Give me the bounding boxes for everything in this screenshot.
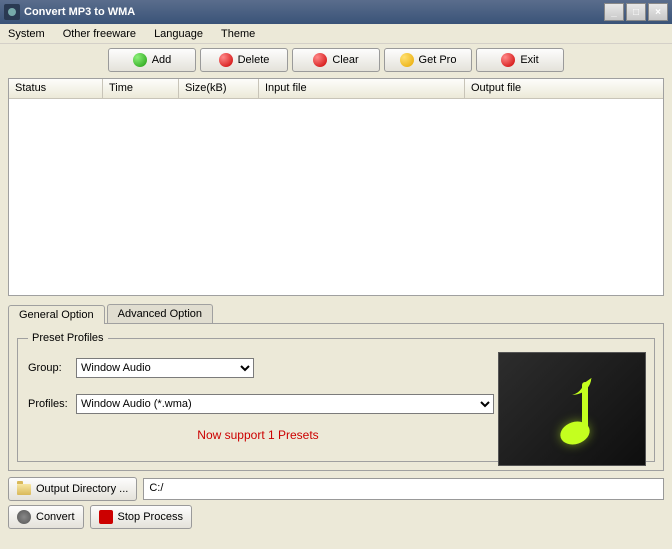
exit-icon (501, 53, 515, 67)
folder-icon (17, 484, 31, 495)
convert-button[interactable]: Convert (8, 505, 84, 529)
col-size[interactable]: Size(kB) (179, 79, 259, 98)
plus-icon (133, 53, 147, 67)
add-button[interactable]: Add (108, 48, 196, 72)
output-row: Output Directory ... C:/ (8, 477, 664, 501)
list-body[interactable] (9, 99, 663, 295)
col-output[interactable]: Output file (465, 79, 663, 98)
profiles-label: Profiles: (28, 398, 76, 410)
delete-button[interactable]: Delete (200, 48, 288, 72)
toolbar: Add Delete Clear Get Pro Exit (0, 44, 672, 76)
tab-advanced[interactable]: Advanced Option (107, 304, 213, 323)
title-bar: Convert MP3 to WMA _ □ × (0, 0, 672, 24)
stop-icon (99, 510, 113, 524)
menu-other-freeware[interactable]: Other freeware (59, 26, 140, 42)
maximize-button[interactable]: □ (626, 3, 646, 21)
preset-profiles-group: Preset Profiles Group: Window Audio Prof… (17, 332, 655, 462)
close-button[interactable]: × (648, 3, 668, 21)
tab-general[interactable]: General Option (8, 305, 105, 324)
preview-thumbnail (498, 352, 646, 466)
menu-theme[interactable]: Theme (217, 26, 259, 42)
tab-panel-general: Preset Profiles Group: Window Audio Prof… (8, 323, 664, 471)
minimize-button[interactable]: _ (604, 3, 624, 21)
app-icon (4, 4, 20, 20)
menu-bar: System Other freeware Language Theme (0, 24, 672, 44)
group-label: Group: (28, 362, 76, 374)
col-time[interactable]: Time (103, 79, 179, 98)
col-status[interactable]: Status (9, 79, 103, 98)
output-path-field[interactable]: C:/ (143, 478, 664, 500)
clear-button[interactable]: Clear (292, 48, 380, 72)
options-tabs: General Option Advanced Option Preset Pr… (8, 304, 664, 471)
exit-button[interactable]: Exit (476, 48, 564, 72)
clear-icon (313, 53, 327, 67)
support-message: Now support 1 Presets (28, 428, 488, 442)
action-row: Convert Stop Process (8, 505, 664, 529)
menu-system[interactable]: System (4, 26, 49, 42)
file-list: Status Time Size(kB) Input file Output f… (8, 78, 664, 296)
output-directory-button[interactable]: Output Directory ... (8, 477, 137, 501)
music-note-icon (548, 374, 596, 444)
menu-language[interactable]: Language (150, 26, 207, 42)
minus-icon (219, 53, 233, 67)
preset-legend: Preset Profiles (28, 332, 108, 344)
gear-icon (17, 510, 31, 524)
get-pro-button[interactable]: Get Pro (384, 48, 472, 72)
profiles-select[interactable]: Window Audio (*.wma) (76, 394, 494, 414)
stop-process-button[interactable]: Stop Process (90, 505, 192, 529)
col-input[interactable]: Input file (259, 79, 465, 98)
list-header: Status Time Size(kB) Input file Output f… (9, 79, 663, 99)
star-icon (400, 53, 414, 67)
window-title: Convert MP3 to WMA (24, 6, 604, 18)
group-select[interactable]: Window Audio (76, 358, 254, 378)
